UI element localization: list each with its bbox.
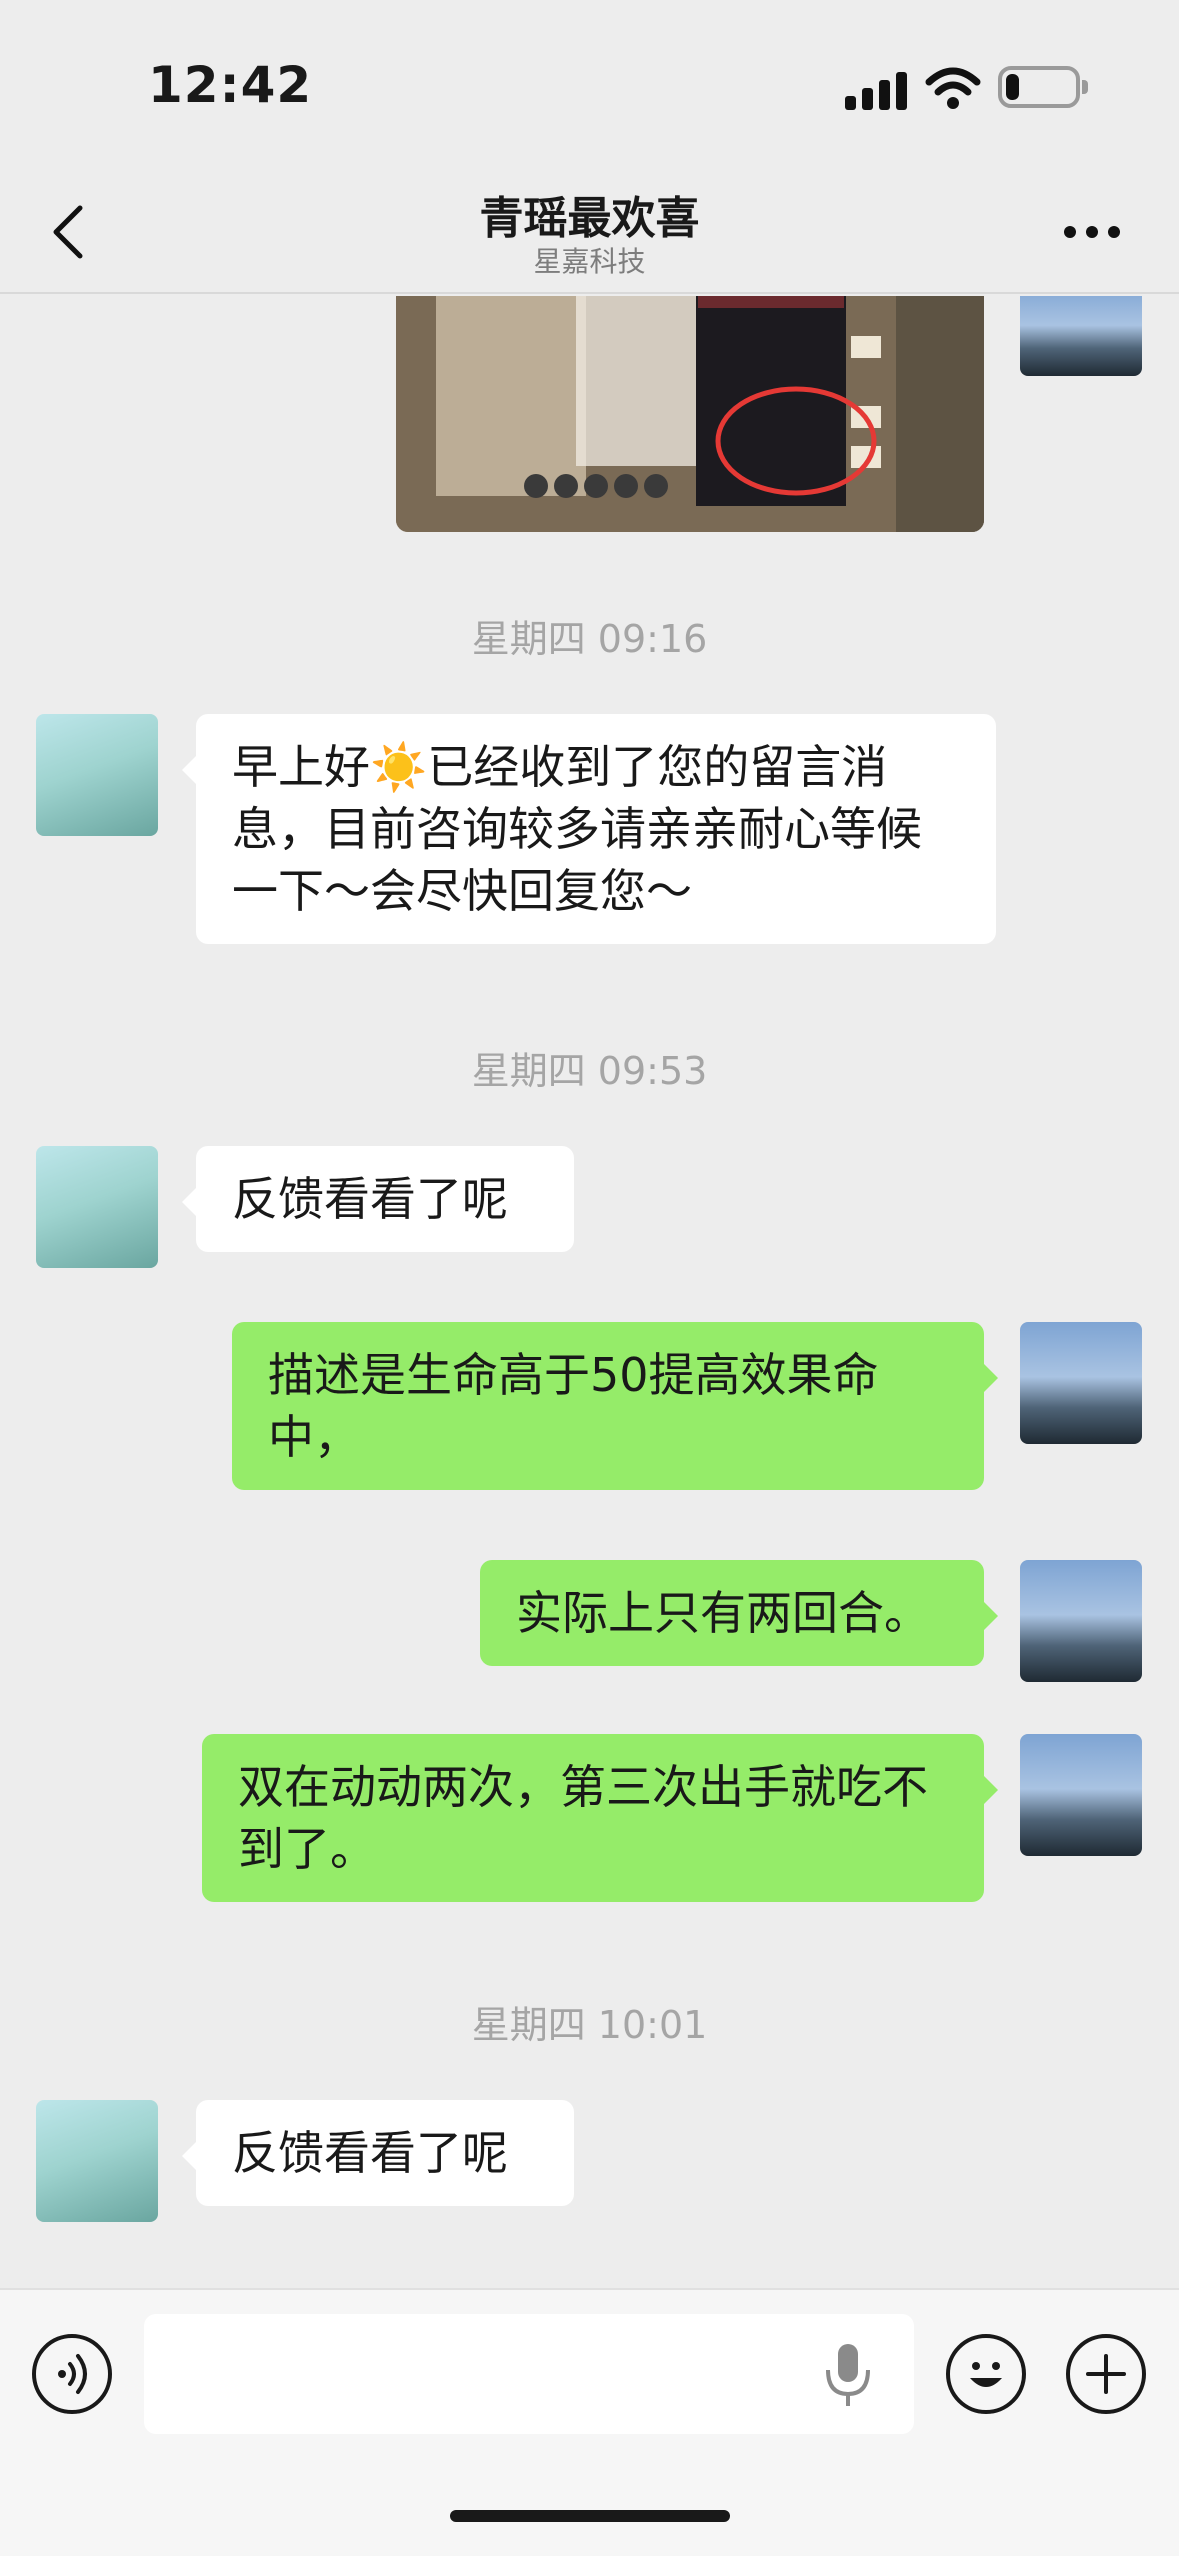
chat-screen: 12:42 青瑶最欢喜 星嘉科技 星期四 09:16 早上好☀️已经收到了您的留… [0,0,1179,2556]
message-list[interactable]: 星期四 09:16 早上好☀️已经收到了您的留言消息，目前咨询较多请亲亲耐心等候… [0,296,1179,2286]
timestamp: 星期四 09:53 [471,1049,708,1093]
emoji-icon[interactable] [946,2334,1026,2414]
input-bar [0,2288,1179,2556]
message-outgoing[interactable]: 实际上只有两回合。 [480,1560,998,1666]
message-outgoing[interactable]: 双在动动两次，第三次出手就吃不到了。 [202,1734,998,1902]
timestamp: 星期四 09:16 [471,617,708,661]
battery-level [1006,74,1019,100]
game-screenshot-image [396,296,984,532]
avatar-me[interactable] [1020,1734,1142,1856]
image-message[interactable] [396,296,984,532]
avatar-me[interactable] [1020,1560,1142,1682]
status-bar: 12:42 [0,0,1179,170]
avatar-me[interactable] [1020,1322,1142,1444]
message-incoming[interactable]: 早上好☀️已经收到了您的留言消息，目前咨询较多请亲亲耐心等候一下～会尽快回复您～ [182,714,996,944]
avatar-me[interactable] [1020,296,1142,376]
chat-subtitle: 星嘉科技 [533,245,646,278]
more-horizontal-icon[interactable] [1064,220,1124,244]
message-incoming[interactable]: 反馈看看了呢 [182,1146,574,1252]
chat-title: 青瑶最欢喜 [479,193,700,244]
home-indicator [450,2510,730,2522]
microphone-icon[interactable] [818,2340,878,2410]
avatar-contact[interactable] [36,1146,158,1268]
cellular-signal-icon [845,70,907,110]
voice-icon[interactable] [32,2334,112,2414]
avatar-contact[interactable] [36,714,158,836]
message-outgoing[interactable]: 描述是生命高于50提高效果命中， [232,1322,998,1490]
battery-icon [998,66,1088,108]
message-input[interactable] [144,2314,914,2434]
status-time: 12:42 [148,56,313,114]
message-incoming[interactable]: 反馈看看了呢 [182,2100,574,2206]
plus-icon[interactable] [1066,2334,1146,2414]
avatar-contact[interactable] [36,2100,158,2222]
wifi-icon [925,67,981,109]
nav-bar: 青瑶最欢喜 星嘉科技 [0,170,1179,294]
timestamp: 星期四 10:01 [471,2003,708,2047]
